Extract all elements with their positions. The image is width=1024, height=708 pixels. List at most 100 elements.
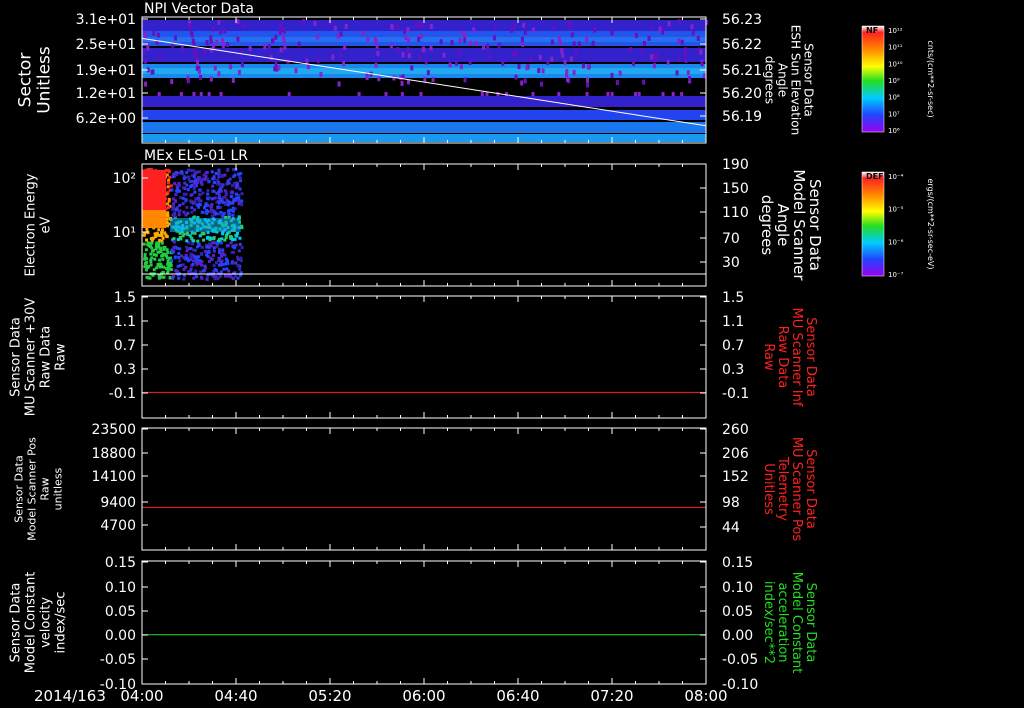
heatmap-cell [211,274,215,278]
heatmap-cell [198,193,202,197]
colorbar-1: NF 10¹² 10¹¹ 10¹⁰ 10⁹ 10⁸ 10⁷ 10⁶ cnts/(cm**2-sr… [861,25,935,135]
heatmap-cell [203,49,207,55]
heatmap-cell [202,238,206,242]
y-axis-label-right: MU Scanner Pos [789,437,804,542]
heatmap-cell [171,250,175,254]
heatmap-cell [189,267,193,271]
heatmap-cell [361,30,365,36]
heatmap-cell [271,38,275,44]
x-tick-label: 04:40 [214,687,257,705]
heatmap-cell [181,263,185,267]
heatmap-cell [213,268,217,272]
heatmap-cell [178,209,182,213]
heatmap-cell [677,57,681,63]
heatmap-cell [558,40,562,46]
heatmap-cell [152,236,156,240]
heatmap-cell [274,62,278,68]
heatmap-cell [206,255,210,259]
y-axis-label-right: Sensor Data [803,583,818,663]
y-axis-label: index/sec [54,592,69,654]
heatmap-cell [209,76,213,82]
plot-area: 3.1e+01 2.5e+01 1.9e+01 1.2e+01 6.2e+00 56.23… [9,1,936,705]
heatmap-cell [226,274,230,278]
heatmap-cell [222,267,226,271]
heatmap-cell [585,92,589,96]
heatmap-cell [454,60,458,66]
heatmap-cell [143,33,147,39]
panel-3: 1.5 1.1 0.7 0.3 -0.1 1.5 1.1 0.7 0.3 -0.1 Sensor D… [9,290,818,419]
heatmap-cell [172,246,176,250]
y-axis-label-right: Unitless [761,463,776,515]
heatmap-cell [178,171,182,175]
heatmap-cell [158,246,162,250]
heatmap-cell [615,80,619,86]
heatmap-cell [493,35,497,41]
colorbar-gradient [861,171,885,277]
heatmap-cell [174,193,178,197]
x-tick-label: 07:20 [590,687,633,705]
heatmap-cell [185,245,189,249]
heatmap-cell [193,208,197,212]
heatmap-cell [557,92,561,96]
heatmap-cell [167,199,171,203]
y-axis-label: Model Constant [24,572,39,674]
y-tick-label: 1.9e+01 [76,63,136,79]
heatmap-cell [225,267,229,271]
heatmap-cell [239,50,243,56]
heatmap-cell [218,187,222,191]
heatmap-cell [217,71,221,77]
colorbar-tick-label: 10⁹ [888,77,900,85]
heatmap-cell [200,252,204,256]
panel-5: 0.150.100.050.00-0.05-0.100.150.100.050.… [9,555,819,693]
y-axis-label-right: Telemetry [775,456,790,521]
heatmap-cell [569,56,573,62]
heatmap-cell [537,68,541,74]
heatmap-cell [647,35,651,41]
y-tick-label: 3.1e+01 [76,12,136,28]
heatmap-cell [161,257,165,261]
heatmap-cell [203,249,207,253]
heatmap-cell [209,38,213,44]
heatmap-cell [194,178,198,182]
heatmap-cell [149,258,153,262]
heatmap-cell [169,184,173,188]
heatmap-cell [200,232,204,236]
heatmap-cell [219,274,223,278]
y-axis-label: Model Scanner Pos [26,437,39,541]
y-axis-label-right: Raw Data [775,326,790,389]
heatmap-cell [196,181,200,185]
heatmap-cell [166,168,170,172]
y-tick-label-right: 150 [722,181,749,197]
heatmap-cell [217,193,221,197]
heatmap-cell [206,189,210,193]
heatmap-cell [191,179,195,183]
heatmap-cell [186,78,190,84]
panel-title: MEx ELS-01 LR [144,148,248,164]
y-tick-label: 23500 [91,422,136,438]
heatmap-cell [273,66,277,72]
y-axis-label: eV [39,216,54,233]
panel-frame [141,295,707,419]
heatmap-cell [178,247,182,251]
heatmap-cell [189,168,193,172]
heatmap-cell [463,37,467,43]
y-tick-label-right: -0.05 [722,652,758,668]
heatmap-cell [287,92,291,96]
heatmap-cell [174,208,178,212]
heatmap-cell [410,65,414,71]
heatmap-cell [195,275,199,279]
heatmap-cell [211,184,215,188]
heatmap-cell [146,276,150,280]
heatmap-cell [642,79,646,85]
heatmap-cell [180,254,184,258]
y-axis-label-right: degrees [763,56,777,104]
heatmap-cell [238,236,242,240]
heatmap-cell [211,197,215,201]
heatmap-cell [179,92,183,96]
colorbar-tick-label: 10⁻⁶ [888,238,904,246]
heatmap-cell [402,29,406,35]
heatmap-cell [194,269,198,273]
heatmap-cell [297,41,301,47]
heatmap-cell [182,176,186,180]
heatmap-cell [226,259,230,263]
